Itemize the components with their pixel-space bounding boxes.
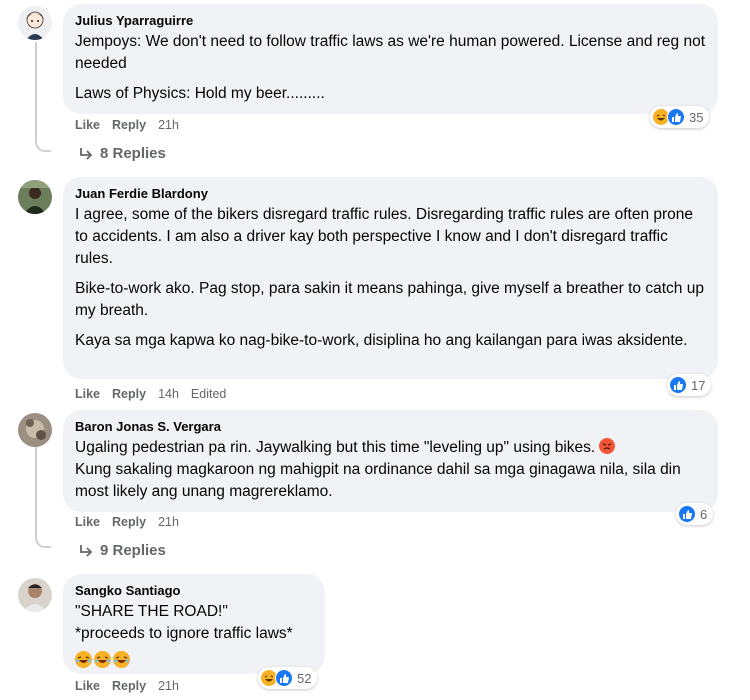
view-replies-link[interactable]: 9 Replies (78, 542, 166, 559)
comment-text: Ugaling pedestrian pa rin. Jaywalking bu… (75, 437, 706, 459)
comment-author[interactable]: Sangko Santiago (75, 582, 313, 599)
thread-line (35, 42, 37, 138)
comment-timestamp[interactable]: 21h (158, 118, 179, 132)
comment-bubble: Sangko Santiago "SHARE THE ROAD!" *proce… (63, 574, 325, 674)
reaction-summary[interactable]: 35 (650, 106, 710, 128)
comment-author[interactable]: Baron Jonas S. Vergara (75, 418, 706, 435)
edited-label[interactable]: Edited (191, 387, 226, 401)
like-reaction-icon (678, 505, 696, 523)
comment-actions: Like Reply 21h (75, 515, 179, 529)
like-button[interactable]: Like (75, 679, 100, 693)
reply-button[interactable]: Reply (112, 118, 146, 132)
like-button[interactable]: Like (75, 387, 100, 401)
thread-line (35, 446, 37, 534)
avatar[interactable] (18, 413, 52, 447)
comment-bubble: Juan Ferdie Blardony I agree, some of th… (63, 177, 718, 379)
laughing-emoji-icon (94, 651, 111, 668)
comment-text: Bike-to-work ako. Pag stop, para sakin i… (75, 280, 704, 319)
comment-actions: Like Reply 21h (75, 118, 179, 132)
reply-arrow-icon (80, 147, 93, 160)
comment-timestamp[interactable]: 14h (158, 387, 179, 401)
avatar[interactable] (18, 6, 52, 40)
comment-text: I agree, some of the bikers disregard tr… (75, 206, 694, 267)
comment-timestamp[interactable]: 21h (158, 679, 179, 693)
reply-button[interactable]: Reply (112, 679, 146, 693)
comment-text: "SHARE THE ROAD!" (75, 603, 228, 620)
reply-button[interactable]: Reply (112, 515, 146, 529)
like-reaction-icon (275, 669, 293, 687)
reply-arrow-icon (80, 544, 93, 557)
avatar[interactable] (18, 578, 52, 612)
laughing-emoji-icon (75, 651, 92, 668)
replies-label: 9 Replies (100, 542, 166, 559)
emoji-row (75, 651, 313, 668)
reaction-summary[interactable]: 6 (676, 503, 714, 525)
comment-bubble: Baron Jonas S. Vergara Ugaling pedestria… (63, 410, 718, 512)
like-button[interactable]: Like (75, 118, 100, 132)
reaction-count: 6 (700, 506, 708, 522)
comment-bubble: Julius Yparraguirre Jempoys: We don't ne… (63, 4, 718, 114)
reaction-count: 35 (689, 109, 704, 125)
reaction-summary[interactable]: 17 (667, 374, 712, 396)
avatar[interactable] (18, 180, 52, 214)
like-reaction-icon (669, 376, 687, 394)
comment-timestamp[interactable]: 21h (158, 515, 179, 529)
comment-actions: Like Reply 14h Edited (75, 387, 226, 401)
comment-text: Laws of Physics: Hold my beer......... (75, 85, 325, 102)
like-reaction-icon (667, 108, 685, 126)
comment-author[interactable]: Juan Ferdie Blardony (75, 185, 706, 202)
thread-curve (35, 136, 51, 152)
replies-label: 8 Replies (100, 145, 166, 162)
comment-text-span: Ugaling pedestrian pa rin. Jaywalking bu… (75, 439, 596, 456)
comment-text: Kaya sa mga kapwa ko nag-bike-to-work, d… (75, 332, 688, 349)
comment-actions: Like Reply 21h (75, 679, 179, 693)
laughing-emoji-icon (113, 651, 130, 668)
reaction-count: 52 (297, 670, 312, 686)
comment-text: *proceeds to ignore traffic laws* (75, 625, 293, 642)
comment-text: Jempoys: We don't need to follow traffic… (75, 33, 705, 72)
view-replies-link[interactable]: 8 Replies (78, 145, 166, 162)
comment-text: Kung sakaling magkaroon ng mahigpit na o… (75, 461, 681, 500)
comment-author[interactable]: Julius Yparraguirre (75, 12, 706, 29)
reaction-summary[interactable]: 52 (258, 667, 318, 689)
like-button[interactable]: Like (75, 515, 100, 529)
angry-emoji-icon (599, 438, 616, 454)
reply-button[interactable]: Reply (112, 387, 146, 401)
reaction-count: 17 (691, 377, 706, 393)
thread-curve (35, 532, 51, 548)
